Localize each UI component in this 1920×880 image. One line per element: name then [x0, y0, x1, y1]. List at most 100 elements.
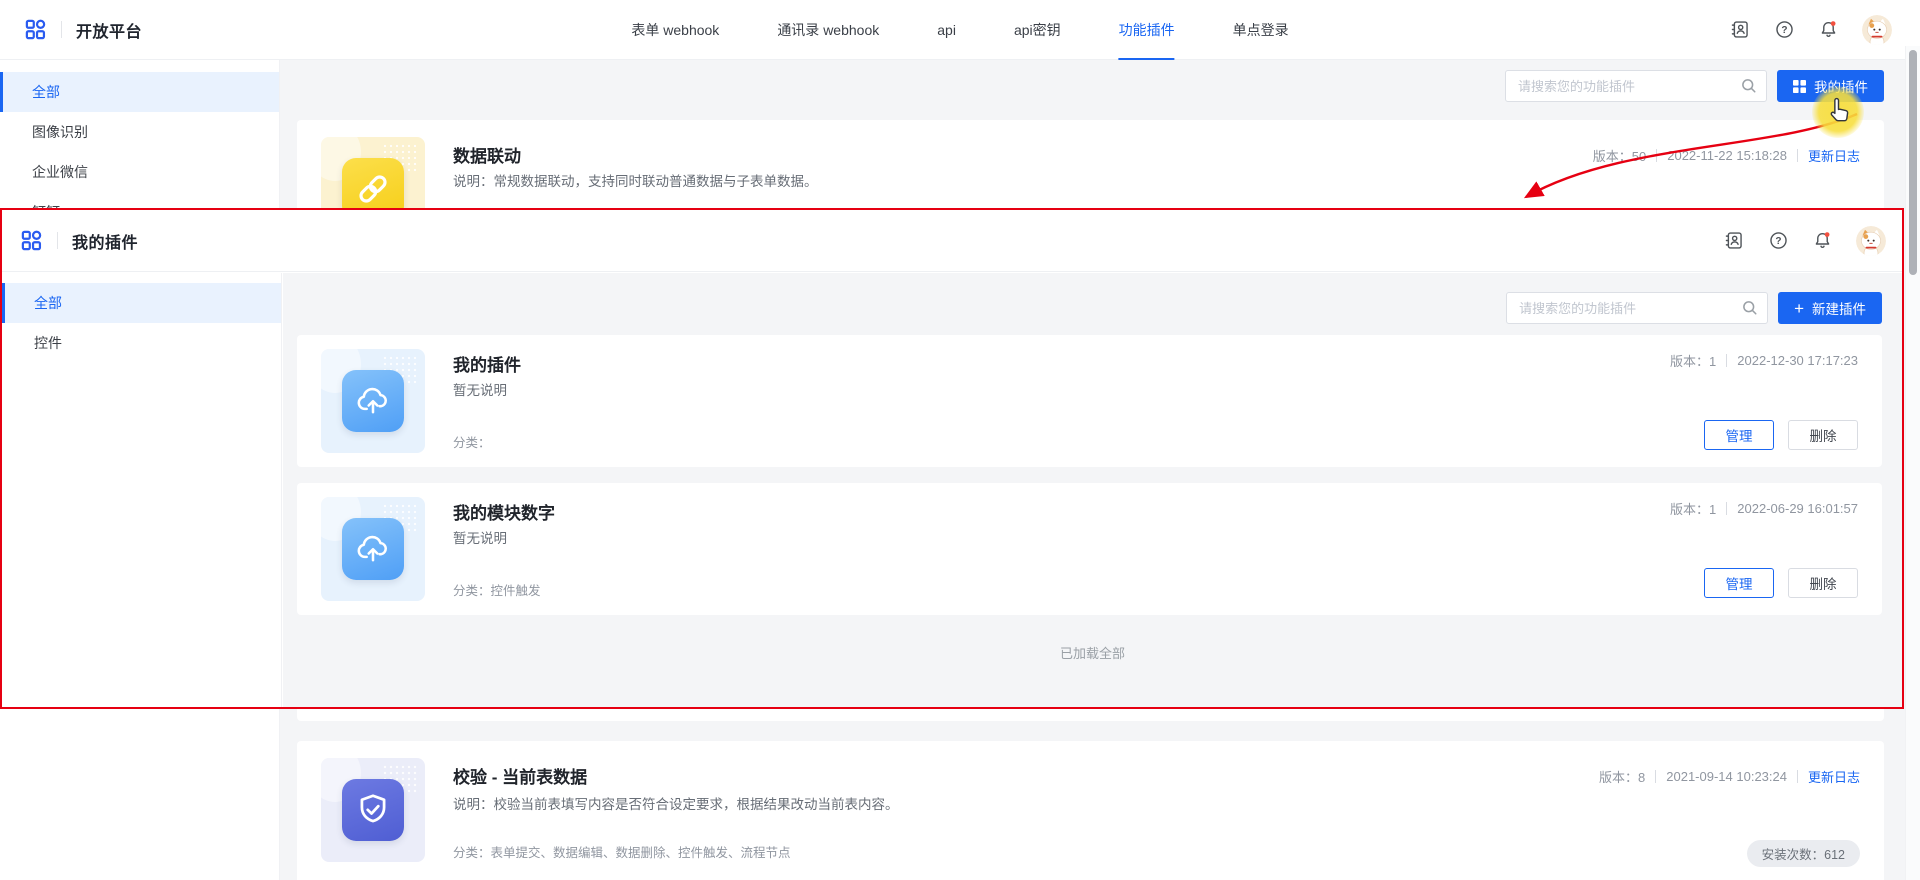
plus-icon: +	[1794, 300, 1804, 317]
loaded-all-text: 已加载全部	[283, 643, 1902, 662]
contact-book-icon[interactable]	[1730, 19, 1751, 40]
meta-divider	[1797, 149, 1798, 162]
nav-tab-sso[interactable]: 单点登录	[1233, 0, 1289, 59]
plugin-meta: 版本：1 2022-12-30 17:17:23	[1670, 351, 1858, 370]
avatar[interactable]	[1856, 226, 1886, 256]
nav-tab-api[interactable]: api	[937, 0, 956, 59]
plugin-updated: 2022-11-22 15:18:28	[1667, 148, 1787, 163]
nav-tab-contacts-webhook[interactable]: 通讯录 webhook	[777, 0, 879, 59]
meta-divider	[1726, 354, 1727, 367]
scrollbar-thumb[interactable]	[1909, 50, 1917, 275]
my-plugins-button-label: 我的插件	[1814, 76, 1868, 96]
app-grid-logo-icon	[24, 18, 47, 41]
plugin-meta: 版本：8 2021-09-14 10:23:24 更新日志	[1599, 767, 1860, 786]
contact-book-icon[interactable]	[1724, 230, 1745, 251]
plugin-tile	[321, 497, 425, 601]
brand: 开放平台	[24, 0, 142, 59]
page-title: 开放平台	[76, 18, 142, 42]
brand: 我的插件	[20, 210, 138, 271]
search-icon	[1741, 299, 1759, 317]
delete-button[interactable]: 删除	[1788, 568, 1858, 598]
plugin-card-verify: 校验 - 当前表数据 说明：校验当前表填写内容是否符合设定要求，根据结果改动当前…	[297, 741, 1884, 880]
app-grid-logo-icon	[20, 229, 43, 252]
brand-divider	[61, 21, 62, 38]
inset-header: 我的插件	[2, 210, 1902, 272]
plugin-meta: 版本：50 2022-11-22 15:18:28 更新日志	[1593, 146, 1860, 165]
plugin-description: 暂无说明	[453, 379, 507, 399]
search-box	[1505, 70, 1767, 102]
my-plugins-button[interactable]: 我的插件	[1777, 70, 1884, 102]
new-plugin-button[interactable]: + 新建插件	[1778, 292, 1882, 324]
help-icon[interactable]	[1774, 19, 1795, 40]
my-plugins-overlay-window: 我的插件 全部 控件 + 新建插件	[0, 208, 1904, 709]
plugin-categories: 分类：表单提交、数据编辑、数据删除、控件触发、流程节点	[453, 842, 791, 861]
plugin-categories: 分类：	[453, 432, 491, 451]
plugin-actions: 管理 删除	[1704, 568, 1858, 598]
plugin-version: 版本：8	[1599, 767, 1645, 786]
install-count-badge: 安装次数：612	[1747, 840, 1860, 867]
main-header: 开放平台 表单 webhook 通讯录 webhook api api密钥 功能…	[0, 0, 1920, 60]
plugin-tile	[321, 349, 425, 453]
sidebar-item-all[interactable]: 全部	[2, 283, 281, 323]
plugin-version: 版本：1	[1670, 351, 1716, 370]
window-title: 我的插件	[72, 229, 138, 253]
meta-divider	[1656, 149, 1657, 162]
nav-tab-form-webhook[interactable]: 表单 webhook	[631, 0, 719, 59]
plugin-version: 版本：50	[1593, 146, 1646, 165]
search-input[interactable]	[1506, 292, 1768, 324]
manage-button[interactable]: 管理	[1704, 568, 1774, 598]
inset-toolbar: + 新建插件	[1506, 292, 1882, 324]
inset-sidebar: 全部 控件	[2, 273, 282, 707]
changelog-link[interactable]: 更新日志	[1808, 146, 1860, 165]
top-nav: 表单 webhook 通讯录 webhook api api密钥 功能插件 单点…	[631, 0, 1288, 59]
brand-divider	[57, 232, 58, 249]
plugin-categories: 分类：控件触发	[453, 580, 541, 599]
plugin-title: 校验 - 当前表数据	[453, 763, 587, 788]
plugin-updated: 2022-12-30 17:17:23	[1737, 353, 1858, 368]
cloud-upload-icon	[342, 518, 404, 580]
open-platform-page: 开放平台 表单 webhook 通讯录 webhook api api密钥 功能…	[0, 0, 1920, 880]
notification-bell-icon[interactable]	[1812, 230, 1833, 251]
plugin-description: 说明：常规数据联动，支持同时联动普通数据与子表单数据。	[453, 170, 818, 190]
plugin-version: 版本：1	[1670, 499, 1716, 518]
avatar[interactable]	[1862, 15, 1892, 45]
sidebar-item-image-recognition[interactable]: 图像识别	[0, 112, 279, 152]
sidebar-item-wecom[interactable]: 企业微信	[0, 152, 279, 192]
new-plugin-button-label: 新建插件	[1812, 298, 1866, 318]
plugin-card-my-plugin: 我的插件 暂无说明 分类： 版本：1 2022-12-30 17:17:23 管…	[297, 335, 1882, 467]
changelog-link[interactable]: 更新日志	[1808, 767, 1860, 786]
search-input[interactable]	[1505, 70, 1767, 102]
plugin-description: 说明：校验当前表填写内容是否符合设定要求，根据结果改动当前表内容。	[453, 793, 899, 813]
cloud-upload-icon	[342, 370, 404, 432]
meta-divider	[1797, 770, 1798, 783]
grid-icon	[1793, 80, 1806, 93]
plugin-meta: 版本：1 2022-06-29 16:01:57	[1670, 499, 1858, 518]
help-icon[interactable]	[1768, 230, 1789, 251]
header-icons	[1724, 210, 1886, 271]
search-icon	[1740, 77, 1758, 95]
plugin-description: 暂无说明	[453, 527, 507, 547]
plugin-updated: 2022-06-29 16:01:57	[1737, 501, 1858, 516]
shield-check-icon	[342, 779, 404, 841]
delete-button[interactable]: 删除	[1788, 420, 1858, 450]
plugin-title: 数据联动	[453, 142, 521, 167]
meta-divider	[1726, 502, 1727, 515]
plugin-updated: 2021-09-14 10:23:24	[1666, 769, 1787, 784]
scrollbar-track[interactable]	[1905, 46, 1920, 880]
plugin-card-my-module: 我的模块数字 暂无说明 分类：控件触发 版本：1 2022-06-29 16:0…	[297, 483, 1882, 615]
inset-content: + 新建插件 我的插件 暂无说明 分类： 版本：1 2022-12-30 17:…	[283, 273, 1902, 707]
notification-bell-icon[interactable]	[1818, 19, 1839, 40]
plugin-title: 我的插件	[453, 351, 521, 376]
nav-tab-feature-plugins[interactable]: 功能插件	[1119, 0, 1175, 59]
meta-divider	[1655, 770, 1656, 783]
header-icons	[1730, 0, 1892, 59]
sidebar-item-all[interactable]: 全部	[0, 72, 279, 112]
search-box	[1506, 292, 1768, 324]
nav-tab-api-key[interactable]: api密钥	[1014, 0, 1061, 59]
plugin-actions: 管理 删除	[1704, 420, 1858, 450]
sidebar-item-widgets[interactable]: 控件	[2, 323, 281, 363]
plugin-tile	[321, 758, 425, 862]
manage-button[interactable]: 管理	[1704, 420, 1774, 450]
plugin-title: 我的模块数字	[453, 499, 555, 524]
market-toolbar: 我的插件	[1505, 70, 1884, 102]
